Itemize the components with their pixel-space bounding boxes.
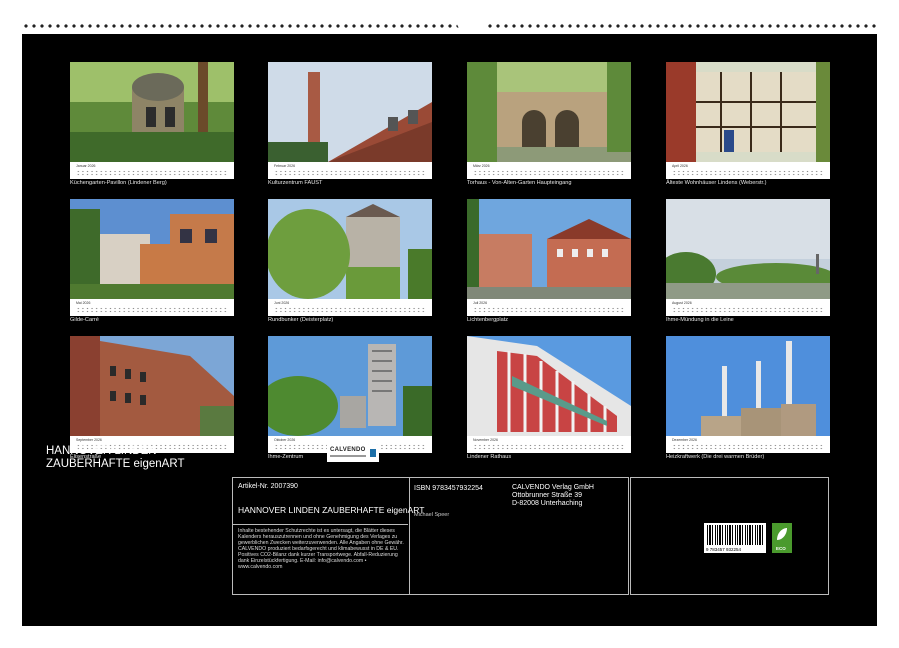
month-thumbnail-november[interactable]: November 2026 Lindener Rathaus [467, 336, 631, 464]
day-dots [274, 170, 426, 176]
logo-mark-icon [370, 449, 376, 457]
publisher-city: D-82008 Unterhaching [512, 500, 594, 508]
photo-faust [268, 62, 432, 162]
photo-caption: Heizkraftwerk (Die drei warmen Brüder) [666, 454, 764, 460]
publisher-address: CALVENDO Verlag GmbH Ottobrunner Straße … [512, 484, 594, 508]
photo-pavilion [70, 62, 234, 162]
photo-ihme-muendung [666, 199, 830, 299]
photo-caption: Lindener Rathaus [467, 454, 511, 460]
photo-caption: Torhaus - Von-Alten-Garten Haupteingang [467, 180, 571, 186]
photo-ihme-zentrum [268, 336, 432, 436]
publisher-name: CALVENDO Verlag GmbH [512, 484, 594, 492]
binding-holes [22, 24, 877, 28]
month-grid: Januar 2026 [70, 162, 234, 179]
month-name: Dezember 2026 [672, 438, 697, 442]
month-grid: August 2026 [666, 299, 830, 316]
title-line-1: HANNOVER LINDEN [46, 445, 184, 458]
month-name: Februar 2026 [274, 164, 295, 168]
month-thumbnail-march[interactable]: März 2026 Torhaus - Von-Alten-Garten Hau… [467, 62, 631, 190]
photo-torhaus [467, 62, 631, 162]
photo-caption: Älteste Wohnhäuser Lindens (Weberstr.) [666, 180, 767, 186]
title-line-2: ZAUBERHAFTE eigenART [46, 458, 184, 471]
product-title: HANNOVER LINDEN ZAUBERHAFTE eigenART [238, 505, 424, 515]
photo-caption: Ihme-Zentrum [268, 454, 303, 460]
day-dots [274, 307, 426, 313]
day-dots [672, 444, 824, 450]
photo-heizkraftwerk [666, 336, 830, 436]
month-name: April 2026 [672, 164, 688, 168]
month-name: Juni 2026 [274, 301, 289, 305]
day-dots [76, 307, 228, 313]
photo-caption: Rundbunker (Deisterplatz) [268, 317, 333, 323]
logo-line [330, 455, 366, 457]
calendar-title: HANNOVER LINDEN ZAUBERHAFTE eigenART [46, 445, 184, 471]
day-dots [672, 307, 824, 313]
photo-rundbunker [268, 199, 432, 299]
article-number: Artikel-Nr. 2007390 [238, 483, 298, 490]
month-grid: Februar 2026 [268, 162, 432, 179]
month-name: März 2026 [473, 164, 490, 168]
eco-badge: ECO [772, 523, 792, 553]
author-name: Michael Speer [414, 512, 449, 518]
month-name: Juli 2026 [473, 301, 487, 305]
month-thumbnail-april[interactable]: April 2026 Älteste Wohnhäuser Lindens (W… [666, 62, 830, 190]
photo-lichtenbergplatz [467, 199, 631, 299]
calvendo-logo: CALVENDO [327, 445, 379, 462]
photo-caption: Kulturzentrum FAUST [268, 180, 322, 186]
month-thumbnail-may[interactable]: Mai 2026 Gilde-Carré [70, 199, 234, 327]
day-dots [473, 170, 625, 176]
month-thumbnail-july[interactable]: Juli 2026 Lichtenbergplatz [467, 199, 631, 327]
isbn: ISBN 9783457932254 [414, 485, 483, 492]
month-name: August 2026 [672, 301, 692, 305]
month-grid: März 2026 [467, 162, 631, 179]
day-dots [672, 170, 824, 176]
month-name: Januar 2026 [76, 164, 95, 168]
month-name: Oktober 2026 [274, 438, 295, 442]
day-dots [473, 444, 625, 450]
month-grid: Mai 2026 [70, 299, 234, 316]
month-grid: Juli 2026 [467, 299, 631, 316]
photo-caption: Lichtenbergplatz [467, 317, 508, 323]
hanger-notch [456, 18, 486, 34]
ean-barcode: 9 783457 932254 [704, 523, 766, 553]
photo-rathaus [467, 336, 631, 436]
month-thumbnail-december[interactable]: Dezember 2026 Heizkraftwerk (Die drei wa… [666, 336, 830, 464]
photo-gilde-carre [70, 199, 234, 299]
photo-caption: Gilde-Carré [70, 317, 99, 323]
barcode-bars [707, 525, 763, 545]
barcode-number: 9 783457 932254 [706, 547, 741, 552]
month-thumbnail-february[interactable]: Februar 2026 Kulturzentrum FAUST [268, 62, 432, 190]
month-grid: Dezember 2026 [666, 436, 830, 453]
month-name: November 2026 [473, 438, 498, 442]
month-thumbnail-august[interactable]: August 2026 Ihme-Mündung in die Leine [666, 199, 830, 327]
divider [232, 524, 408, 525]
day-dots [473, 307, 625, 313]
calvendo-logo-text: CALVENDO [330, 447, 366, 453]
calendar-binding [22, 18, 877, 34]
leaf-icon [775, 526, 789, 542]
month-name: September 2026 [76, 438, 102, 442]
publisher-street: Ottobrunner Straße 39 [512, 492, 594, 500]
month-grid: April 2026 [666, 162, 830, 179]
month-grid: Juni 2026 [268, 299, 432, 316]
eco-label: ECO [776, 546, 786, 551]
month-thumbnail-january[interactable]: Januar 2026 Küchengarten-Pavillon (Linde… [70, 62, 234, 190]
month-name: Mai 2026 [76, 301, 90, 305]
month-thumbnail-june[interactable]: Juni 2026 Rundbunker (Deisterplatz) [268, 199, 432, 327]
photo-caption: Ihme-Mündung in die Leine [666, 317, 734, 323]
photo-elisenstrasse [70, 336, 234, 436]
legal-notice: Inhalte bestehender Schutzrechte ist es … [238, 528, 408, 570]
day-dots [76, 170, 228, 176]
month-grid: November 2026 [467, 436, 631, 453]
photo-caption: Küchengarten-Pavillon (Lindener Berg) [70, 180, 167, 186]
photo-fachwerk [666, 62, 830, 162]
